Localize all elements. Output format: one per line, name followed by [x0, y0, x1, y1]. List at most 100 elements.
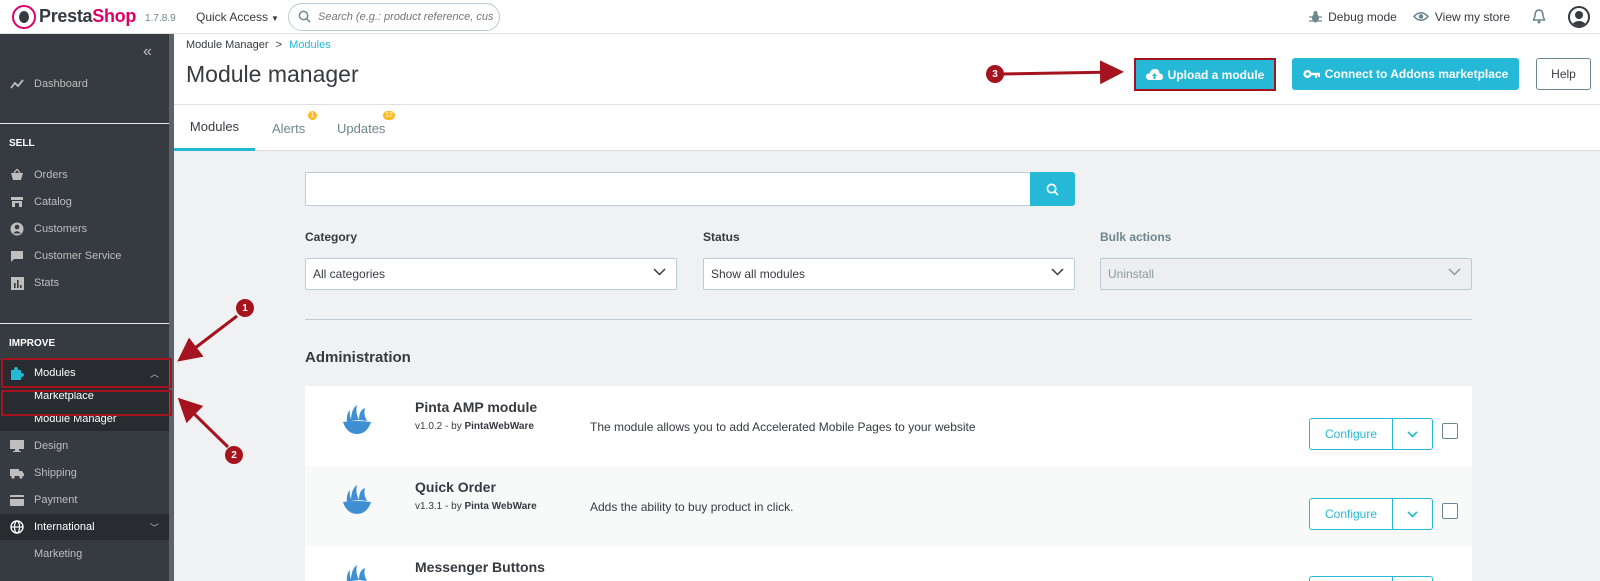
sidebar-item-international[interactable]: International ﹀ [0, 514, 169, 540]
sidebar-item-label: Orders [34, 169, 68, 181]
configure-button[interactable]: Configure [1309, 498, 1393, 530]
sidebar-item-label: Design [34, 440, 69, 452]
header-search[interactable] [288, 2, 500, 31]
globe-icon [10, 520, 24, 534]
sidebar-item-stats[interactable]: Stats [0, 270, 169, 296]
module-search-button[interactable] [1030, 172, 1075, 206]
module-description: The module allows you to add Accelerated… [590, 420, 976, 434]
module-version: v1.0.2 - by PintaWebWare [415, 421, 534, 432]
module-search-input[interactable] [305, 172, 1030, 206]
configure-button[interactable] [1309, 576, 1393, 581]
module-version-text: v1.3.1 - by [415, 501, 462, 512]
tab-label: Alerts [272, 120, 306, 136]
sidebar-item-label: International [34, 521, 95, 533]
section-divider [305, 319, 1472, 320]
arrow-2 [177, 397, 230, 449]
sidebar-item-shipping[interactable]: Shipping [0, 460, 169, 486]
tab-alerts[interactable]: Alerts 1 [272, 105, 317, 151]
status-label: Status [703, 230, 740, 244]
sidebar-item-label: Shipping [34, 467, 77, 479]
sidebar-item-design[interactable]: Design [0, 433, 169, 459]
user-avatar-icon[interactable] [1568, 5, 1590, 28]
module-select-checkbox[interactable] [1442, 423, 1458, 439]
tab-label: Updates [337, 120, 386, 136]
tab-modules[interactable]: Modules [174, 105, 255, 151]
cloud-upload-icon [1145, 68, 1163, 80]
chevron-down-icon [1407, 430, 1418, 438]
page-header: Module Manager > Modules Module manager … [174, 34, 1600, 105]
module-actions-dropdown[interactable] [1393, 576, 1433, 581]
sidebar-item-catalog[interactable]: Catalog [0, 189, 169, 215]
sidebar-item-label: Payment [34, 494, 78, 506]
breadcrumb-parent[interactable]: Module Manager [186, 39, 269, 51]
connect-addons-label: Connect to Addons marketplace [1324, 67, 1509, 81]
chevron-down-icon [1407, 510, 1418, 518]
sidebar-divider [0, 123, 169, 124]
tab-label: Modules [189, 119, 240, 134]
module-name: Quick Order [415, 479, 496, 495]
view-store-label: View my store [1434, 9, 1510, 24]
version-label: 1.7.8.9 [145, 13, 176, 24]
module-name: Messenger Buttons [415, 559, 545, 575]
page-title: Module manager [186, 61, 359, 87]
category-select[interactable]: All categories [305, 258, 677, 290]
bar-chart-icon [10, 276, 24, 290]
module-row: Pinta AMP module v1.0.2 - by PintaWebWar… [305, 386, 1472, 466]
view-store-link[interactable]: View my store [1412, 9, 1510, 24]
sidebar-item-payment[interactable]: Payment [0, 487, 169, 513]
breadcrumb-current[interactable]: Modules [289, 39, 331, 51]
connect-addons-button[interactable]: Connect to Addons marketplace [1292, 58, 1519, 90]
configure-button[interactable]: Configure [1309, 418, 1393, 450]
quick-access-menu[interactable]: Quick Access ▼ [196, 10, 288, 24]
module-actions-dropdown[interactable] [1393, 418, 1433, 450]
module-row: Messenger Buttons [305, 546, 1472, 581]
pinta-ship-logo-icon [346, 565, 367, 581]
sidebar-item-marketing[interactable]: Marketing [0, 540, 169, 568]
pinta-ship-logo-icon [343, 485, 371, 514]
annotation-marker-3: 3 [986, 65, 1004, 83]
section-title-sell: SELL [9, 138, 35, 149]
upload-module-label: Upload a module [1167, 67, 1265, 82]
bulk-actions-label: Bulk actions [1100, 230, 1172, 244]
upload-module-button[interactable]: Upload a module [1134, 58, 1276, 91]
prestashop-logo[interactable]: PrestaShop 1.7.8.9 [12, 4, 182, 29]
sidebar-item-label: Catalog [34, 196, 72, 208]
sidebar-item-orders[interactable]: Orders [0, 162, 169, 188]
bug-icon [1309, 10, 1323, 22]
sidebar-item-customer-service[interactable]: Customer Service [0, 243, 169, 269]
top-bar: PrestaShop 1.7.8.9 Quick Access▼ Debug m… [0, 0, 1600, 34]
module-select-checkbox[interactable] [1442, 503, 1458, 519]
sidebar-item-label: Marketing [34, 548, 83, 560]
sidebar-divider [0, 323, 169, 324]
header-search-input[interactable] [318, 10, 493, 23]
bulk-actions-select: Uninstall [1100, 258, 1472, 290]
credit-card-icon [10, 493, 24, 507]
section-title-improve: IMPROVE [9, 338, 56, 349]
sidebar-item-customers[interactable]: Customers [0, 216, 169, 242]
annotation-marker-2: 2 [225, 446, 243, 464]
module-version-text: v1.0.2 - by [415, 421, 462, 432]
arrow-1 [177, 314, 238, 362]
updates-badge: 12 [383, 111, 395, 120]
brand-prefix: Presta [39, 6, 93, 26]
help-button[interactable]: Help [1536, 58, 1591, 90]
search-icon [1046, 183, 1059, 196]
status-select-value: Show all modules [711, 267, 806, 281]
module-group-title: Administration [305, 349, 411, 366]
category-label: Category [305, 230, 358, 244]
breadcrumb-separator: > [275, 39, 283, 51]
module-actions-dropdown[interactable] [1393, 498, 1433, 530]
sidebar: « Dashboard SELL Orders Catalog Customer… [0, 34, 174, 581]
chevron-down-icon [653, 268, 666, 276]
collapse-sidebar-icon[interactable]: « [143, 43, 152, 61]
annotation-marker-1: 1 [236, 299, 254, 317]
tab-updates[interactable]: Updates 12 [337, 105, 395, 151]
status-select[interactable]: Show all modules [703, 258, 1075, 290]
sidebar-item-dashboard[interactable]: Dashboard [0, 71, 169, 97]
debug-mode-link[interactable]: Debug mode [1309, 10, 1397, 24]
bell-icon[interactable] [1532, 9, 1546, 24]
sidebar-item-label: Customer Service [34, 250, 122, 262]
eye-icon [1412, 11, 1429, 22]
module-description: Adds the ability to buy product in click… [590, 500, 794, 514]
prestashop-logo-icon [12, 4, 36, 29]
